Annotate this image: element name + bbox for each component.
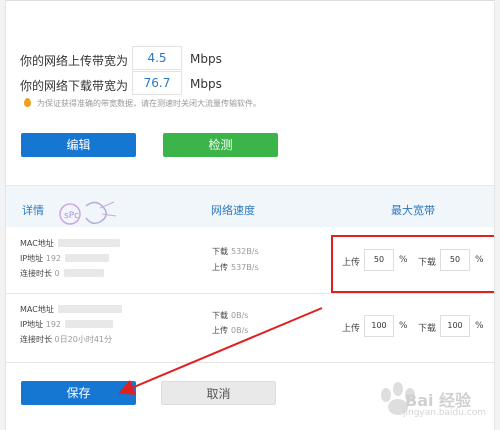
limit-download-label: 下载 [418,324,437,334]
download-bandwidth-value[interactable]: 76.7 [132,71,182,95]
cancel-button[interactable]: 取消 [161,381,276,405]
mac-label: MAC地址 [20,305,54,314]
ip-label: IP地址 [20,320,44,329]
ip-prefix: 192 [45,320,62,329]
connection-time-line: 连接时长 0日20小时41分 [20,334,112,345]
upload-speed: 上传 0B/s [212,325,248,336]
ip-prefix: 192 [45,254,62,263]
highlight-box [331,235,494,293]
upload-bandwidth-unit: Mbps [190,52,222,66]
download-speed: 下载 0B/s [212,310,248,321]
mac-address-line: MAC地址 [20,238,120,249]
download-speed-value: 0B/s [231,311,249,320]
download-speed: 下载 532B/s [212,246,259,257]
header-max-bandwidth: 最大宽带 [391,204,435,217]
test-button[interactable]: 检测 [163,133,278,157]
conn-value-redacted [63,269,104,277]
ip-label: IP地址 [20,254,44,263]
conn-label: 连接时长 [20,269,52,278]
download-bandwidth-label: 你的网络下载带宽为 [20,79,129,93]
upload-speed-label: 上传 [212,263,228,272]
download-speed-label: 下载 [212,247,228,256]
mac-address-line: MAC地址 [20,304,122,315]
upload-bandwidth-label: 你的网络上传带宽为 [20,54,129,68]
upload-speed-value: 0B/s [231,326,249,335]
limit-upload-percent: % [399,321,408,331]
limit-upload-input[interactable]: 100 [364,315,394,337]
limit-upload-label: 上传 [342,324,361,334]
ip-address-line: IP地址 192 [20,319,114,330]
conn-label: 连接时长 [20,335,52,344]
connection-time-line: 连接时长 0 [20,268,104,279]
edit-button[interactable]: 编辑 [21,133,136,157]
save-button[interactable]: 保存 [21,381,136,405]
conn-value: 0日20小时41分 [54,335,112,344]
lightbulb-icon [24,98,31,107]
mac-label: MAC地址 [20,239,54,248]
header-speed: 网络速度 [211,204,255,217]
ip-value-redacted [65,254,110,262]
footer-divider [6,362,494,363]
download-speed-value: 532B/s [231,247,259,256]
limit-download-input[interactable]: 100 [440,315,470,337]
mac-value-redacted [57,239,120,247]
ip-address-line: IP地址 192 [20,253,110,264]
table-row: MAC地址 IP地址 192 连接时长 0日20小时41分 下载 0B/s 上传 0… [6,294,494,362]
upload-speed: 上传 537B/s [212,262,259,273]
download-bandwidth-unit: Mbps [190,77,222,91]
upload-speed-label: 上传 [212,326,228,335]
svg-text:sPc: sPc [64,211,79,221]
tip-text: 为保证获得准确的带宽数据，请在测速时关闭大流量传输软件。 [37,99,261,108]
download-speed-label: 下载 [212,311,228,320]
upload-speed-value: 537B/s [231,263,259,272]
watermark-url: jingyan.baidu.com [403,408,487,418]
mac-value-redacted [57,305,122,313]
ip-value-redacted [65,320,114,328]
header-details: 详情 [22,204,44,217]
tip-text-row: 为保证获得准确的带宽数据，请在测速时关闭大流量传输软件。 [24,98,261,109]
conn-value: 0 [54,269,60,278]
router-settings-panel: 你的网络上传带宽为 4.5 Mbps 你的网络下载带宽为 76.7 Mbps 为… [5,0,495,430]
limit-download-percent: % [475,321,484,331]
upload-bandwidth-value[interactable]: 4.5 [132,46,182,70]
top-divider [6,0,494,1]
